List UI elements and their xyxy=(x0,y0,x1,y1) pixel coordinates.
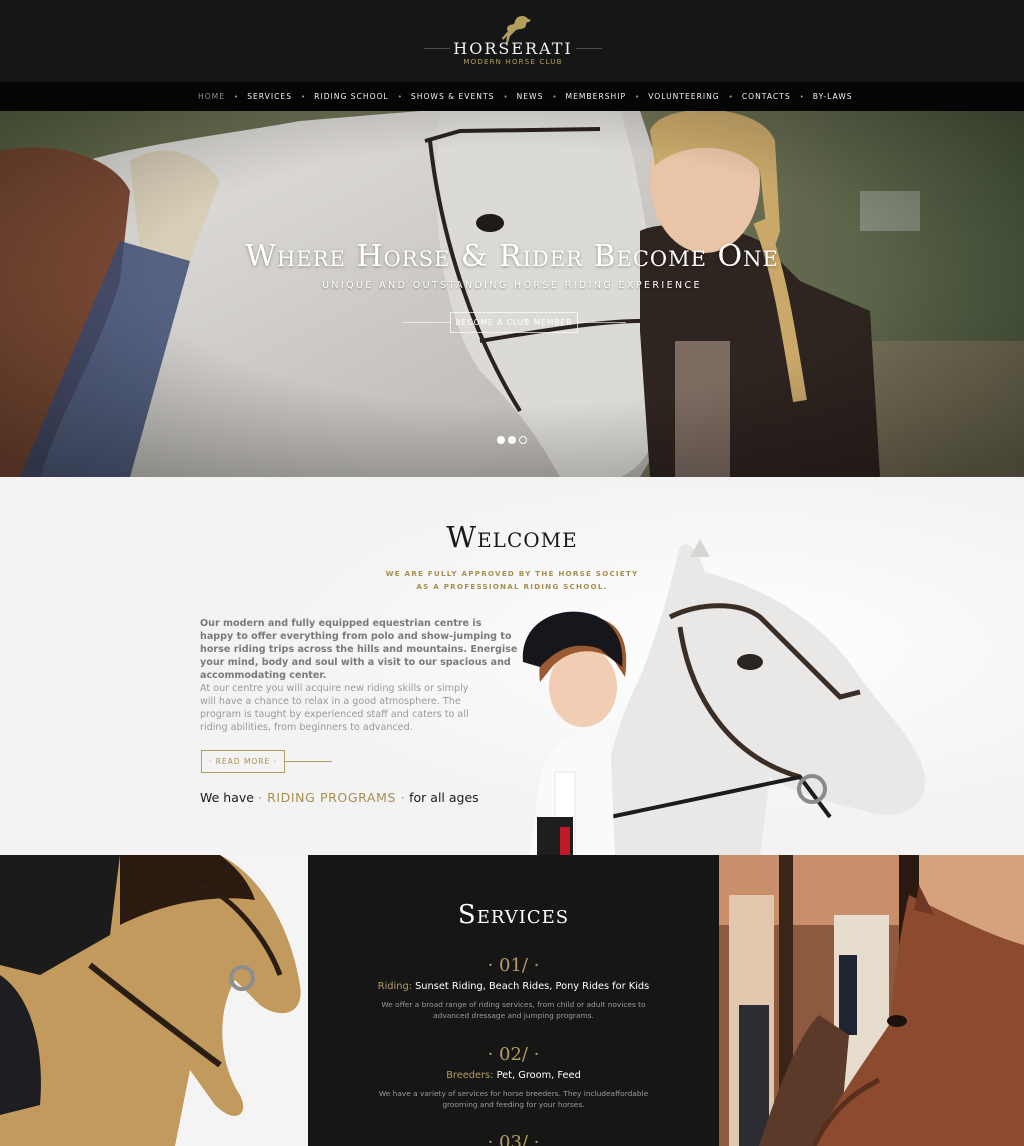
slider-dot-2[interactable] xyxy=(508,436,516,444)
service-headline-text: Sunset Riding, Beach Rides, Pony Rides f… xyxy=(415,981,650,992)
nav-separator: • xyxy=(552,92,557,101)
slider-dot-1[interactable] xyxy=(497,436,505,444)
service-description: We offer a broad range of riding service… xyxy=(381,1000,646,1020)
programs-tagline: We have · RIDING PROGRAMS · for all ages xyxy=(200,790,479,805)
service-number: · 01/ · xyxy=(487,955,540,976)
service-number: · 03/ · xyxy=(487,1132,540,1146)
service-category-label: Breeders: xyxy=(446,1070,494,1081)
nav-separator: • xyxy=(799,92,804,101)
hero-cta-rule-right xyxy=(578,322,626,323)
nav-separator: • xyxy=(728,92,733,101)
services-row: Services · 01/ · Riding: Sunset Riding, … xyxy=(0,855,1024,1146)
tagline-prefix: We have xyxy=(200,790,254,805)
nav-separator: • xyxy=(397,92,402,101)
nav-separator: • xyxy=(635,92,640,101)
service-headline[interactable]: Breeders: Pet, Groom, Feed xyxy=(308,1070,719,1081)
nav-item-volunteering[interactable]: VOLUNTEERING xyxy=(648,92,719,101)
main-nav: HOME • SERVICES • RIDING SCHOOL • SHOWS … xyxy=(0,82,1024,111)
nav-item-services[interactable]: SERVICES xyxy=(247,92,292,101)
logo-title: HORSERATI xyxy=(453,39,573,58)
jumping-horse-image xyxy=(0,855,308,1146)
logo[interactable]: HORSERATI MODERN HORSE CLUB xyxy=(424,14,602,70)
hero-cta-rule-left xyxy=(402,322,450,323)
welcome-subtitle-line-1: WE ARE FULLY APPROVED BY THE HORSE SOCIE… xyxy=(385,569,639,578)
stable-horse-image xyxy=(719,855,1024,1146)
hero-title: Where Horse & Rider Become One xyxy=(245,239,779,274)
welcome-subtitle: WE ARE FULLY APPROVED BY THE HORSE SOCIE… xyxy=(0,567,1024,593)
read-more-button[interactable]: · READ MORE · xyxy=(201,750,285,773)
slider-dot-3[interactable] xyxy=(519,436,527,444)
welcome-subtitle-line-2: AS A PROFESSIONAL RIDING SCHOOL. xyxy=(416,582,608,591)
nav-separator: • xyxy=(503,92,508,101)
nav-item-riding-school[interactable]: RIDING SCHOOL xyxy=(314,92,389,101)
read-more-rule xyxy=(285,761,332,762)
welcome-section: Welcome WE ARE FULLY APPROVED BY THE HOR… xyxy=(0,477,1024,855)
nav-item-by-laws[interactable]: BY-LAWS xyxy=(813,92,853,101)
nav-separator: • xyxy=(234,92,239,101)
nav-separator: • xyxy=(301,92,306,101)
riding-programs-link[interactable]: · RIDING PROGRAMS · xyxy=(258,790,405,805)
service-number: · 02/ · xyxy=(487,1044,540,1065)
nav-item-news[interactable]: NEWS xyxy=(517,92,544,101)
hero-image xyxy=(0,111,1024,477)
hero-slider: Where Horse & Rider Become One UNIQUE AN… xyxy=(0,111,1024,477)
become-member-button[interactable]: BECOME A CLUB MEMBER xyxy=(450,312,578,333)
welcome-intro-paragraph: Our modern and fully equipped equestrian… xyxy=(200,618,518,681)
site-header: HORSERATI MODERN HORSE CLUB xyxy=(0,0,1024,82)
nav-item-contacts[interactable]: CONTACTS xyxy=(742,92,791,101)
nav-list: HOME • SERVICES • RIDING SCHOOL • SHOWS … xyxy=(198,82,853,111)
service-category-label: Riding: xyxy=(377,981,412,992)
welcome-title: Welcome xyxy=(446,520,578,554)
nav-item-home[interactable]: HOME xyxy=(198,92,225,101)
nav-item-membership[interactable]: MEMBERSHIP xyxy=(566,92,627,101)
tagline-suffix: for all ages xyxy=(409,790,479,805)
services-panel: Services · 01/ · Riding: Sunset Riding, … xyxy=(308,855,719,1146)
service-description: We have a variety of services for horse … xyxy=(378,1089,649,1109)
nav-item-shows-events[interactable]: SHOWS & EVENTS xyxy=(411,92,495,101)
welcome-body-paragraph: At our centre you will acquire new ridin… xyxy=(200,683,469,733)
services-title: Services xyxy=(457,900,570,930)
slider-pagination xyxy=(497,436,527,444)
logo-subtitle: MODERN HORSE CLUB xyxy=(463,58,563,66)
service-headline-text: Pet, Groom, Feed xyxy=(496,1070,581,1081)
hero-subtitle: UNIQUE AND OUTSTANDING HORSE RIDING EXPE… xyxy=(322,280,702,291)
service-headline[interactable]: Riding: Sunset Riding, Beach Rides, Pony… xyxy=(308,981,719,992)
